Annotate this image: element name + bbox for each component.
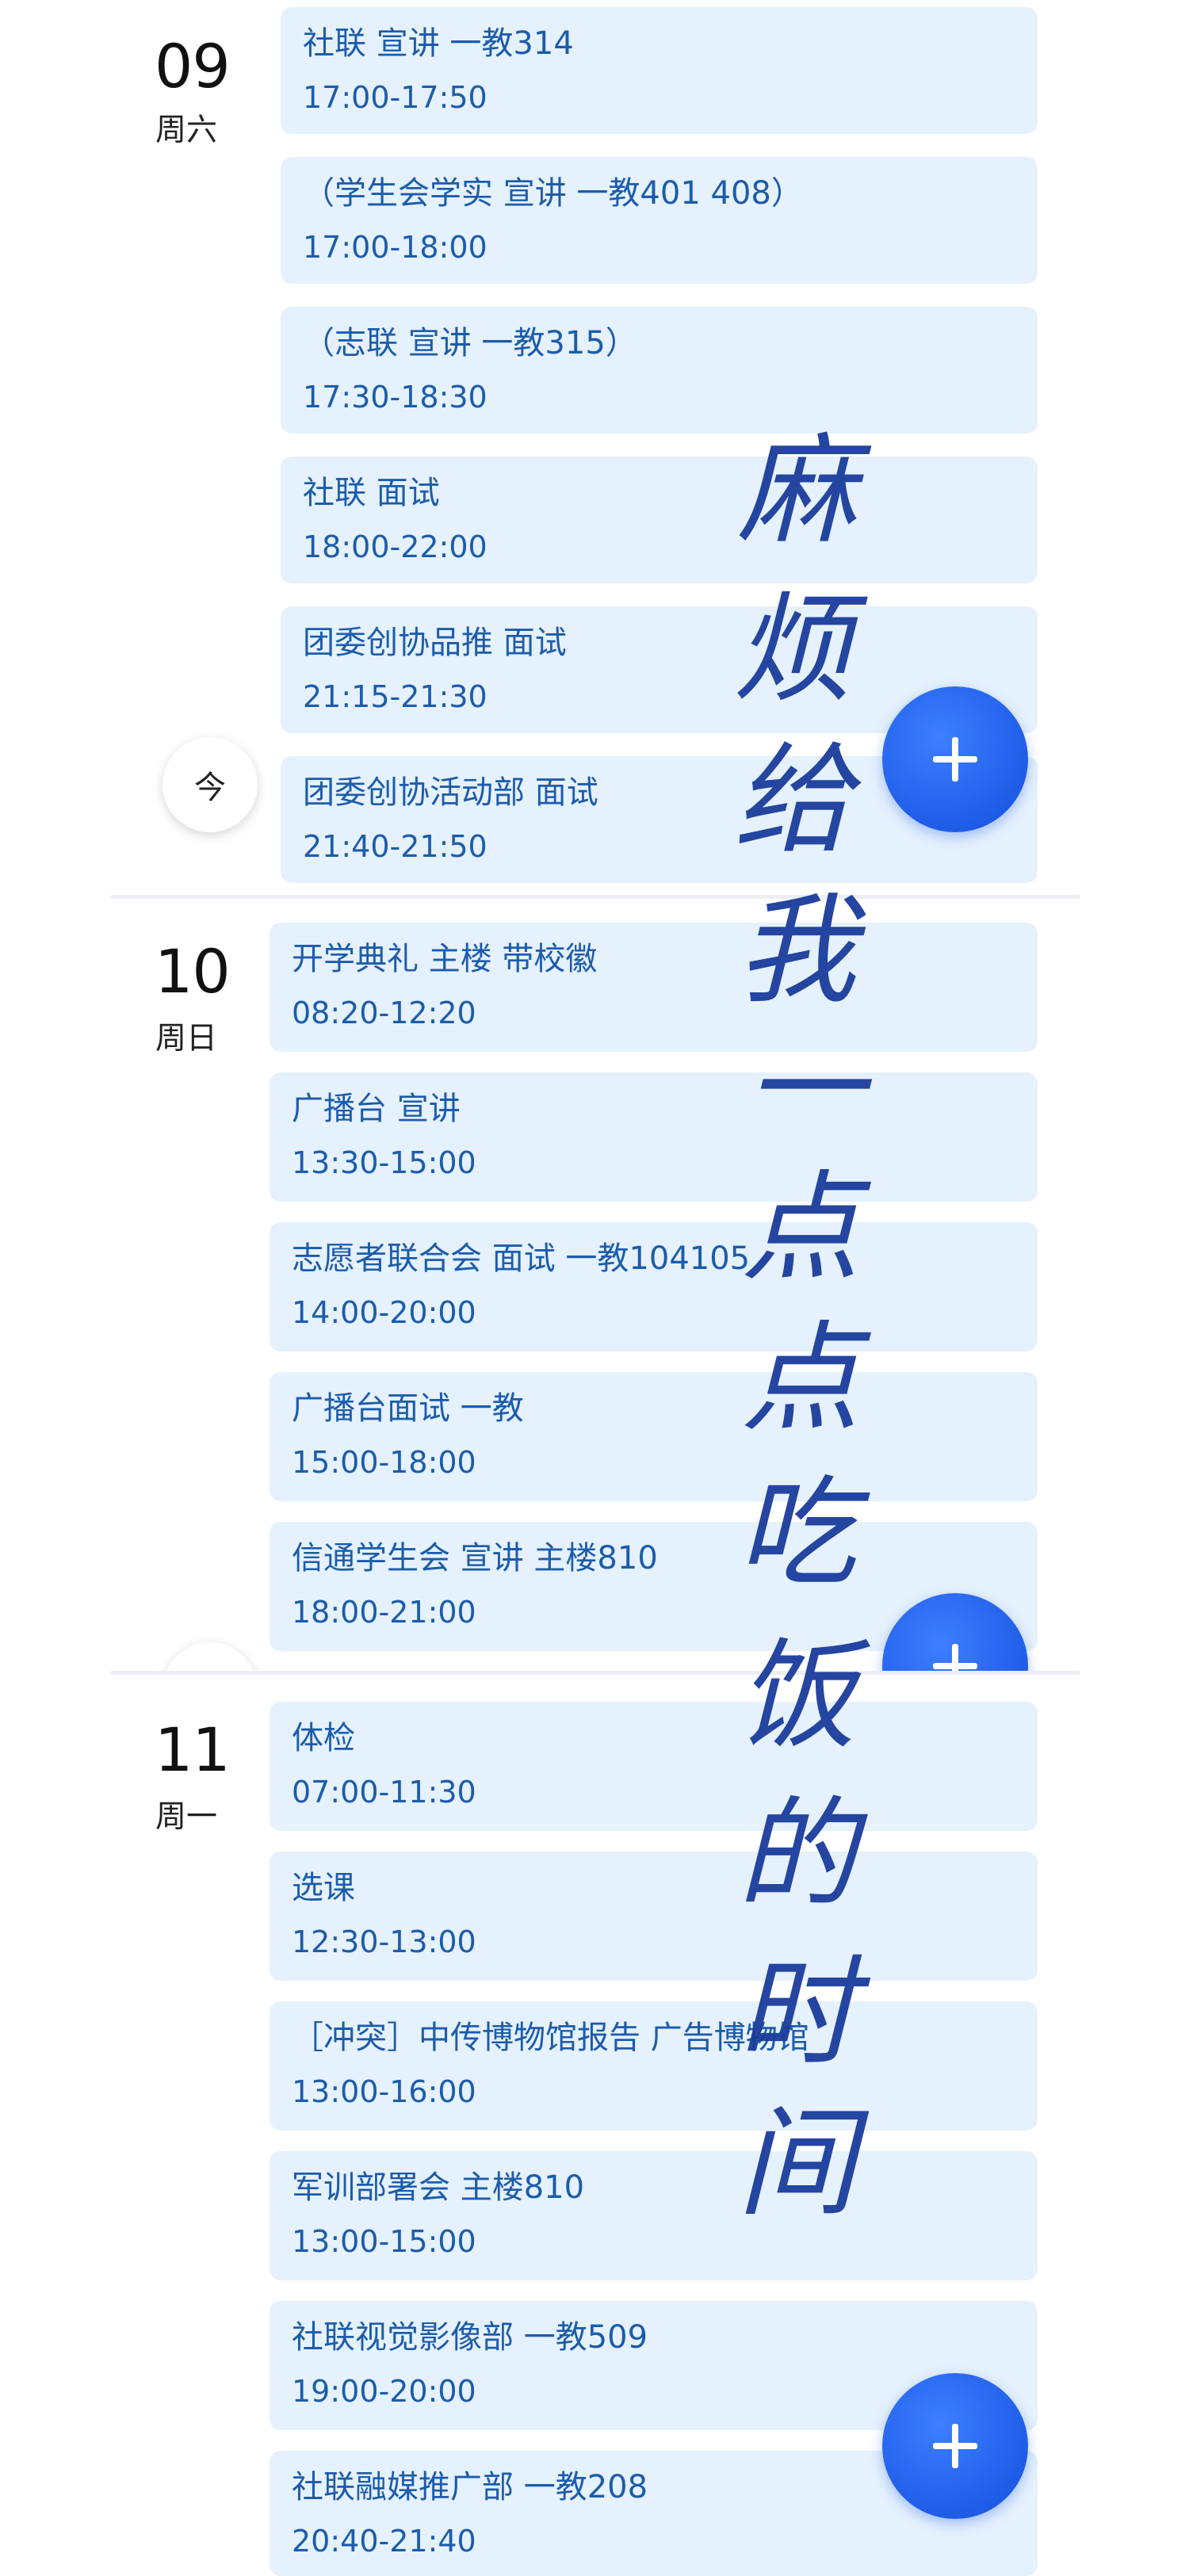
- day-number: 09: [155, 31, 231, 101]
- today-button[interactable]: 今: [162, 737, 258, 832]
- handwriting-char: 吃: [737, 1465, 857, 1603]
- event-time: 18:00-22:00: [303, 529, 487, 564]
- event-card[interactable]: 军训部署会 主楼810 13:00-15:00: [270, 2151, 1038, 2280]
- event-title: 社联视觉影像部 一教509: [292, 2319, 648, 2356]
- handwriting-char: 麻: [737, 422, 857, 560]
- handwriting-char: 点: [741, 1160, 861, 1298]
- day-divider: [111, 1671, 1080, 1675]
- day-weekday: 周日: [155, 1021, 218, 1057]
- handwriting-char: 的: [737, 1786, 857, 1924]
- event-title: 团委创协活动部 面试: [303, 774, 598, 811]
- event-time: 13:00-15:00: [292, 2224, 476, 2259]
- event-time: 17:00-18:00: [303, 230, 487, 265]
- event-time: 17:30-18:30: [303, 380, 487, 415]
- today-button-partial[interactable]: [162, 1642, 258, 1671]
- event-title: 军训部署会 主楼810: [292, 2169, 585, 2206]
- event-time: 14:00-20:00: [292, 1295, 476, 1330]
- event-title: ［冲突］中传博物馆报告 广告博物馆: [292, 2020, 809, 2056]
- event-time: 21:15-21:30: [303, 679, 487, 714]
- add-event-button[interactable]: [882, 1593, 1028, 1671]
- event-title: 社联融媒推广部 一教208: [292, 2469, 648, 2505]
- handwriting-char: 一: [745, 1021, 865, 1159]
- event-title: 志愿者联合会 面试 一教104105: [292, 1240, 751, 1277]
- event-card[interactable]: 广播台面试 一教 15:00-18:00: [270, 1372, 1038, 1501]
- handwriting-char: 烦: [733, 581, 853, 719]
- event-title: 广播台面试 一教: [292, 1390, 524, 1427]
- event-title: 社联 面试: [303, 475, 440, 511]
- event-time: 13:30-15:00: [292, 1145, 476, 1180]
- event-title: 体检: [292, 1720, 355, 1756]
- event-time: 21:40-21:50: [303, 829, 487, 864]
- handwriting-char: 我: [737, 882, 857, 1020]
- day-weekday: 周一: [155, 1799, 218, 1835]
- event-card[interactable]: 社联 宣讲 一教314 17:00-17:50: [281, 7, 1038, 134]
- handwriting-char: 间: [737, 2095, 857, 2233]
- add-event-button[interactable]: [882, 2373, 1028, 2519]
- event-card[interactable]: ［冲突］中传博物馆报告 广告博物馆 13:00-16:00: [270, 2001, 1038, 2131]
- day-number: 11: [155, 1714, 231, 1785]
- event-card[interactable]: 开学典礼 主楼 带校徽 08:20-12:20: [270, 923, 1038, 1052]
- event-card[interactable]: 选课 12:30-13:00: [270, 1852, 1038, 1981]
- event-card[interactable]: 广播台 宣讲 13:30-15:00: [270, 1072, 1038, 1202]
- event-time: 13:00-16:00: [292, 2074, 476, 2109]
- add-event-button[interactable]: [882, 686, 1028, 832]
- event-time: 20:40-21:40: [292, 2524, 476, 2559]
- event-time: 17:00-17:50: [303, 80, 487, 115]
- event-time: 08:20-12:20: [292, 996, 476, 1030]
- handwriting-char: 点: [741, 1310, 861, 1448]
- event-card[interactable]: 社联 面试 18:00-22:00: [281, 457, 1038, 583]
- event-card[interactable]: 体检 07:00-11:30: [270, 1702, 1038, 1831]
- event-time: 15:00-18:00: [292, 1445, 476, 1480]
- event-title: （学生会学实 宣讲 一教401 408）: [303, 175, 803, 212]
- day-divider: [111, 895, 1080, 899]
- event-title: 信通学生会 宣讲 主楼810: [292, 1540, 658, 1577]
- event-title: 团委创协品推 面试: [303, 625, 567, 661]
- handwriting-char: 饭: [737, 1627, 857, 1765]
- event-time: 07:00-11:30: [292, 1775, 476, 1810]
- event-time: 19:00-20:00: [292, 2374, 476, 2409]
- event-card[interactable]: 志愿者联合会 面试 一教104105 14:00-20:00: [270, 1222, 1038, 1351]
- event-time: 12:30-13:00: [292, 1924, 476, 1959]
- event-card[interactable]: （学生会学实 宣讲 一教401 408） 17:00-18:00: [281, 157, 1038, 284]
- handwriting-char: 时: [737, 1944, 857, 2082]
- event-title: （志联 宣讲 一教315）: [303, 325, 637, 361]
- event-title: 开学典礼 主楼 带校徽: [292, 941, 598, 977]
- event-title: 社联 宣讲 一教314: [303, 25, 574, 62]
- clipped-overlay: [0, 1577, 1189, 1671]
- event-card[interactable]: （志联 宣讲 一教315） 17:30-18:30: [281, 307, 1038, 434]
- event-title: 选课: [292, 1870, 355, 1906]
- event-title: 广播台 宣讲: [292, 1091, 461, 1127]
- day-weekday: 周六: [155, 113, 218, 148]
- day-number: 10: [155, 936, 231, 1007]
- handwriting-char: 给: [733, 732, 853, 869]
